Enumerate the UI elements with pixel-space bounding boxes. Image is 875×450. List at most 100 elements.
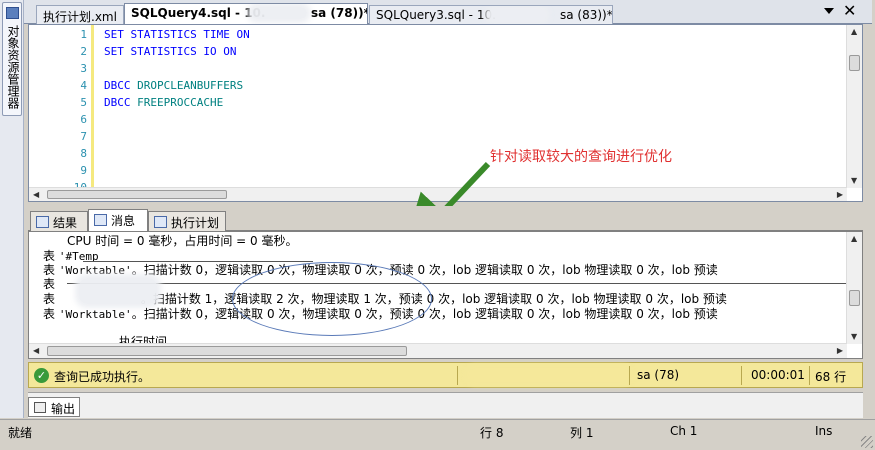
code-identifier: FREEPROCCACHE bbox=[137, 96, 224, 109]
output-panel-strip: 输出 bbox=[28, 392, 863, 418]
object-explorer-label: 对象资源管理器 bbox=[6, 25, 20, 109]
success-check-icon: ✓ bbox=[34, 368, 49, 383]
status-insert-mode: Ins bbox=[815, 424, 833, 438]
tab-sqlquery3[interactable]: SQLQuery3.sql - 10. sa (83))* bbox=[369, 5, 613, 24]
tab-label: 消息 bbox=[111, 214, 136, 228]
line-number-gutter: 1 2 3 4 5 6 7 8 9 10 bbox=[29, 25, 93, 194]
message-line: 执行时间 bbox=[119, 335, 168, 343]
message-text: 。扫描计数 0，逻辑读取 0 次，物理读取 0 次，预读 0 次，lob 逻辑读… bbox=[131, 307, 718, 321]
tab-results[interactable]: 结果 bbox=[30, 211, 88, 231]
messages-vertical-scrollbar[interactable]: ▲ ▼ bbox=[846, 232, 862, 344]
tab-output[interactable]: 输出 bbox=[28, 397, 80, 417]
redacted-region bbox=[251, 7, 307, 19]
message-separator bbox=[67, 283, 847, 284]
scroll-right-icon[interactable]: ▶ bbox=[837, 190, 843, 200]
scroll-up-icon[interactable]: ▲ bbox=[851, 27, 857, 37]
tab-label: 结果 bbox=[53, 216, 78, 230]
status-char: Ch 1 bbox=[670, 424, 698, 438]
scroll-left-icon[interactable]: ◀ bbox=[33, 346, 39, 356]
object-explorer-tab[interactable]: 对象资源管理器 bbox=[2, 2, 22, 116]
scroll-left-icon[interactable]: ◀ bbox=[33, 190, 39, 200]
query-status-message: 查询已成功执行。 bbox=[54, 370, 151, 384]
line-number: 8 bbox=[80, 147, 87, 160]
code-keyword: SET STATISTICS IO ON bbox=[104, 45, 237, 58]
line-number: 3 bbox=[80, 62, 87, 75]
messages-horizontal-scrollbar[interactable]: ◀ ▶ bbox=[29, 343, 847, 358]
message-icon bbox=[94, 214, 107, 226]
tab-label: 输出 bbox=[51, 402, 76, 416]
main-status-bar: 就绪 行 8 列 1 Ch 1 Ins bbox=[0, 419, 875, 450]
message-line: 表 'Worktable'。扫描计数 0，逻辑读取 0 次，物理读取 0 次，预… bbox=[43, 263, 718, 278]
message-table-name: 'Worktable' bbox=[58, 264, 132, 277]
status-separator bbox=[629, 366, 630, 385]
scrollbar-thumb[interactable] bbox=[47, 190, 227, 199]
redacted-region bbox=[79, 278, 157, 304]
message-prefix: 表 bbox=[43, 263, 59, 277]
tab-sqlquery4[interactable]: SQLQuery4.sql - 10. sa (78))* bbox=[124, 3, 368, 25]
chevron-down-icon[interactable] bbox=[824, 8, 834, 14]
tab-execution-plan[interactable]: 执行计划 bbox=[148, 211, 226, 231]
line-number: 6 bbox=[80, 113, 87, 126]
scroll-right-icon[interactable]: ▶ bbox=[837, 346, 843, 356]
annotation-label: 针对读取较大的查询进行优化 bbox=[490, 149, 672, 165]
scrollbar-thumb[interactable] bbox=[47, 346, 407, 356]
scrollbar-thumb[interactable] bbox=[849, 290, 860, 306]
tab-execution-plan-xml[interactable]: 执行计划.xml bbox=[36, 5, 124, 24]
code-line[interactable]: DBCC FREEPROCCACHE bbox=[104, 94, 223, 111]
document-tab-strip: 执行计划.xml SQLQuery4.sql - 10. sa (78))* S… bbox=[24, 0, 872, 25]
message-table-name: 'Worktable' bbox=[58, 308, 132, 321]
message-prefix: 表 bbox=[43, 307, 59, 321]
message-prefix: 表 bbox=[43, 277, 56, 291]
status-separator bbox=[457, 366, 458, 385]
code-line[interactable]: DBCC DROPCLEANBUFFERS bbox=[104, 77, 243, 94]
query-status-rows: 68 行 bbox=[815, 370, 847, 384]
line-number: 9 bbox=[80, 164, 87, 177]
tab-label: 执行计划.xml bbox=[43, 10, 117, 24]
tab-label: 执行计划 bbox=[171, 216, 220, 230]
tab-messages[interactable]: 消息 bbox=[88, 209, 148, 232]
scroll-down-icon[interactable]: ▼ bbox=[851, 332, 857, 342]
close-icon[interactable]: ✕ bbox=[843, 2, 856, 20]
change-tracking-bar bbox=[91, 25, 94, 188]
message-text: 。扫描计数 0，逻辑读取 0 次，物理读取 0 次，预读 0 次，lob 逻辑读… bbox=[131, 263, 718, 277]
tab-label-suffix: sa (78))* bbox=[311, 6, 368, 20]
line-number: 1 bbox=[80, 28, 87, 41]
tab-label: SQLQuery3.sql - 10. bbox=[376, 8, 496, 22]
message-underline bbox=[83, 261, 313, 262]
query-status-elapsed: 00:00:01 bbox=[751, 368, 805, 382]
status-line: 行 8 bbox=[480, 426, 504, 440]
line-number: 4 bbox=[80, 79, 87, 92]
scrollbar-thumb[interactable] bbox=[849, 55, 860, 71]
tab-label: SQLQuery4.sql - 10. bbox=[131, 6, 266, 20]
status-separator bbox=[741, 366, 742, 385]
code-keyword: DBCC bbox=[104, 79, 138, 92]
scroll-up-icon[interactable]: ▲ bbox=[851, 234, 857, 244]
redacted-region bbox=[469, 369, 629, 381]
execution-plan-icon bbox=[154, 216, 167, 228]
editor-vertical-scrollbar[interactable]: ▲ ▼ bbox=[846, 25, 862, 188]
results-tab-strip: 结果 消息 执行计划 bbox=[28, 206, 863, 232]
message-prefix: 表 bbox=[43, 249, 59, 263]
code-line[interactable]: SET STATISTICS TIME ON bbox=[104, 26, 250, 43]
line-number: 5 bbox=[80, 96, 87, 109]
resize-grip-icon[interactable] bbox=[861, 436, 873, 448]
code-keyword: SET STATISTICS TIME ON bbox=[104, 28, 250, 41]
left-dock-sidebar: 对象资源管理器 bbox=[0, 0, 24, 418]
scroll-down-icon[interactable]: ▼ bbox=[851, 176, 857, 186]
code-keyword: DBCC bbox=[104, 96, 138, 109]
code-line[interactable]: SET STATISTICS IO ON bbox=[104, 43, 236, 60]
code-identifier: DROPCLEANBUFFERS bbox=[137, 79, 244, 92]
redacted-region bbox=[488, 9, 546, 21]
output-icon bbox=[34, 402, 46, 413]
line-number: 2 bbox=[80, 45, 87, 58]
message-line: 表 'Worktable'。扫描计数 0，逻辑读取 0 次，物理读取 0 次，预… bbox=[43, 307, 718, 322]
status-column: 列 1 bbox=[570, 426, 594, 440]
tab-label-suffix: sa (83))* bbox=[560, 8, 613, 22]
line-number: 7 bbox=[80, 130, 87, 143]
messages-panel[interactable]: CPU 时间 = 0 毫秒，占用时间 = 0 毫秒。 表 '#Temp 表 'W… bbox=[28, 231, 863, 359]
message-line: 表 bbox=[43, 277, 55, 292]
message-line: CPU 时间 = 0 毫秒，占用时间 = 0 毫秒。 bbox=[67, 234, 298, 248]
status-separator bbox=[809, 366, 810, 385]
query-status-bar: ✓ 查询已成功执行。 sa (78) 00:00:01 68 行 bbox=[28, 362, 863, 388]
object-explorer-icon bbox=[6, 7, 19, 19]
